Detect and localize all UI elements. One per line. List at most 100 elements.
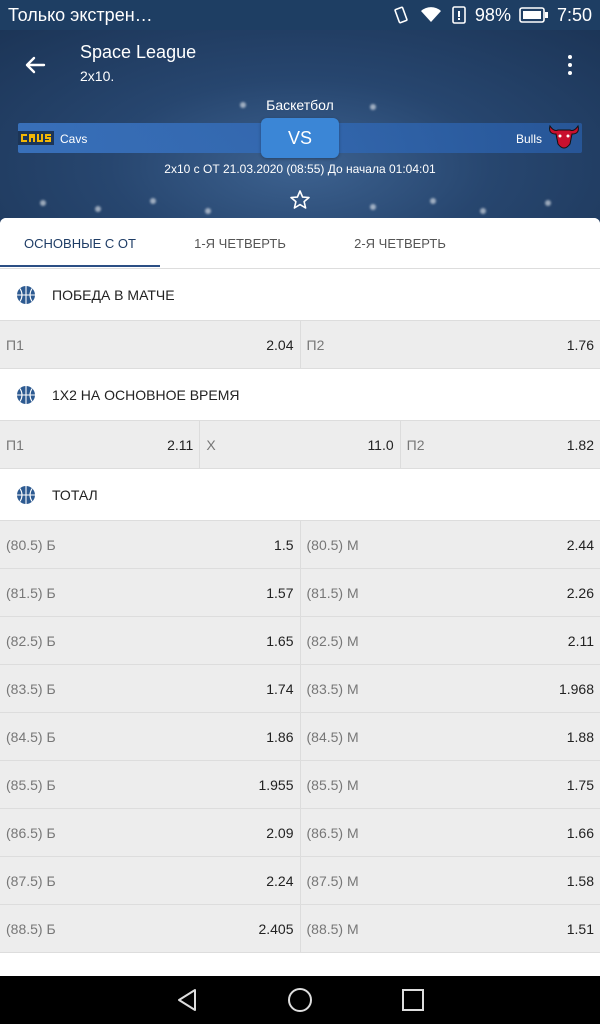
odds-cell-p2[interactable]: П2 1.82 <box>401 421 600 468</box>
odds-cell-over[interactable]: (86.5) Б 2.09 <box>0 809 301 856</box>
odds-cell-under[interactable]: (84.5) М 1.88 <box>301 713 600 760</box>
odds-value: 1.82 <box>566 436 594 453</box>
favorite-star-icon[interactable] <box>288 188 312 212</box>
odds-cell-over[interactable]: (83.5) Б 1.74 <box>0 665 301 712</box>
league-subtitle: 2х10. <box>80 68 115 84</box>
odds-value: 1.955 <box>258 776 294 793</box>
odds-cell-over[interactable]: (87.5) Б 2.24 <box>0 857 301 904</box>
odds-cell-p1[interactable]: П1 2.11 <box>0 421 201 468</box>
odds-cell-under[interactable]: (88.5) М 1.51 <box>301 905 600 952</box>
odds-label: (86.5) Б <box>6 824 56 841</box>
odds-value: 1.88 <box>566 728 594 745</box>
odds-label: П2 <box>406 436 425 453</box>
odds-cell-p1[interactable]: П1 2.04 <box>0 321 301 368</box>
odds-row: П1 2.04 П2 1.76 <box>0 321 600 369</box>
odds-cell-over[interactable]: (80.5) Б 1.5 <box>0 521 301 568</box>
odds-label: (80.5) М <box>306 536 359 553</box>
odds-value: 1.57 <box>266 584 294 601</box>
sim-alert-icon <box>452 6 466 24</box>
odds-row: (82.5) Б 1.65 (82.5) М 2.11 <box>0 617 600 665</box>
odds-row: (83.5) Б 1.74 (83.5) М 1.968 <box>0 665 600 713</box>
odds-cell-x[interactable]: Х 11.0 <box>200 421 401 468</box>
odds-label: (87.5) Б <box>6 872 56 889</box>
odds-cell-under[interactable]: (86.5) М 1.66 <box>301 809 600 856</box>
odds-value: 2.44 <box>566 536 594 553</box>
league-title: Space League <box>80 42 197 62</box>
odds-value: 11.0 <box>367 436 394 453</box>
odds-value: 1.58 <box>566 872 594 889</box>
bulls-logo-icon <box>549 124 579 149</box>
market-title: ТОТАЛ <box>52 486 98 503</box>
back-arrow-icon[interactable] <box>20 50 50 80</box>
odds-cell-under[interactable]: (87.5) М 1.58 <box>301 857 600 904</box>
market-header-win[interactable]: ПОБЕДА В МАТЧЕ <box>0 269 600 321</box>
odds-label: Х <box>206 436 216 453</box>
recents-nav-icon[interactable] <box>399 986 427 1014</box>
basketball-icon <box>17 485 35 504</box>
wifi-icon <box>420 7 441 22</box>
odds-cell-under[interactable]: (82.5) М 2.11 <box>301 617 600 664</box>
odds-value: 1.66 <box>566 824 594 841</box>
odds-cell-under[interactable]: (83.5) М 1.968 <box>301 665 600 712</box>
market-header-1x2[interactable]: 1Х2 НА ОСНОВНОЕ ВРЕМЯ <box>0 369 600 421</box>
odds-label: (83.5) М <box>306 680 359 697</box>
home-nav-icon[interactable] <box>286 986 314 1014</box>
odds-value: 1.65 <box>266 632 294 649</box>
tab-quarter-1[interactable]: 1-Я ЧЕТВЕРТЬ <box>160 218 320 268</box>
tab-main[interactable]: ОСНОВНЫЕ С ОТ <box>0 218 160 268</box>
odds-label: (86.5) М <box>306 824 359 841</box>
tab-quarter-2[interactable]: 2-Я ЧЕТВЕРТЬ <box>320 218 480 268</box>
battery-percent: 98% <box>474 4 511 25</box>
match-header: Space League 2х10. Баскетбол Cavs Bulls … <box>0 30 600 225</box>
odds-cell-over[interactable]: (88.5) Б 2.405 <box>0 905 301 952</box>
odds-cell-under[interactable]: (80.5) М 2.44 <box>301 521 600 568</box>
odds-value: 1.86 <box>266 728 294 745</box>
odds-label: (84.5) Б <box>6 728 56 745</box>
odds-row: (86.5) Б 2.09 (86.5) М 1.66 <box>0 809 600 857</box>
odds-value: 2.04 <box>266 336 294 353</box>
odds-cell-p2[interactable]: П2 1.76 <box>301 321 600 368</box>
odds-cell-over[interactable]: (85.5) Б 1.955 <box>0 761 301 808</box>
team1-name: Cavs <box>60 132 88 146</box>
basketball-icon <box>17 385 35 404</box>
odds-cell-over[interactable]: (81.5) Б 1.57 <box>0 569 301 616</box>
odds-row: (81.5) Б 1.57 (81.5) М 2.26 <box>0 569 600 617</box>
market-title: ПОБЕДА В МАТЧЕ <box>52 286 175 303</box>
odds-label: П1 <box>6 436 24 453</box>
odds-value: 2.11 <box>167 436 194 453</box>
odds-cell-over[interactable]: (84.5) Б 1.86 <box>0 713 301 760</box>
vs-badge: VS <box>261 118 339 158</box>
odds-label: П1 <box>6 336 24 353</box>
odds-value: 2.26 <box>566 584 594 601</box>
odds-label: (87.5) М <box>306 872 359 889</box>
battery-icon <box>519 7 548 23</box>
odds-value: 2.09 <box>266 824 294 841</box>
odds-cell-over[interactable]: (82.5) Б 1.65 <box>0 617 301 664</box>
odds-row: (84.5) Б 1.86 (84.5) М 1.88 <box>0 713 600 761</box>
odds-row: (87.5) Б 2.24 (87.5) М 1.58 <box>0 857 600 905</box>
back-nav-icon[interactable] <box>173 986 201 1014</box>
odds-value: 1.968 <box>558 680 594 697</box>
odds-row: (88.5) Б 2.405 (88.5) М 1.51 <box>0 905 600 953</box>
odds-label: (84.5) М <box>306 728 359 745</box>
total-odds-list: (80.5) Б 1.5 (80.5) М 2.44 (81.5) Б 1.57 (81.5… <box>0 521 600 953</box>
cavs-logo-icon <box>18 131 54 145</box>
odds-label: (81.5) Б <box>6 584 56 601</box>
market-header-next[interactable] <box>0 953 600 976</box>
tab-bar: ОСНОВНЫЕ С ОТ 1-Я ЧЕТВЕРТЬ 2-Я ЧЕТВЕРТЬ <box>0 218 600 269</box>
odds-label: (82.5) Б <box>6 632 56 649</box>
odds-value: 1.74 <box>266 680 294 697</box>
odds-value: 1.5 <box>274 536 294 553</box>
system-nav-bar <box>0 976 600 1024</box>
odds-label: (82.5) М <box>306 632 359 649</box>
odds-row: (85.5) Б 1.955 (85.5) М 1.75 <box>0 761 600 809</box>
market-header-total[interactable]: ТОТАЛ <box>0 469 600 521</box>
odds-label: (83.5) Б <box>6 680 56 697</box>
match-info: 2х10 с ОТ 21.03.2020 (08:55) До начала 0… <box>164 162 436 176</box>
market-title: 1Х2 НА ОСНОВНОЕ ВРЕМЯ <box>52 386 240 403</box>
clock: 7:50 <box>556 4 592 25</box>
more-menu-icon[interactable] <box>558 50 582 80</box>
odds-cell-under[interactable]: (85.5) М 1.75 <box>301 761 600 808</box>
odds-label: (85.5) Б <box>6 776 56 793</box>
odds-cell-under[interactable]: (81.5) М 2.26 <box>301 569 600 616</box>
